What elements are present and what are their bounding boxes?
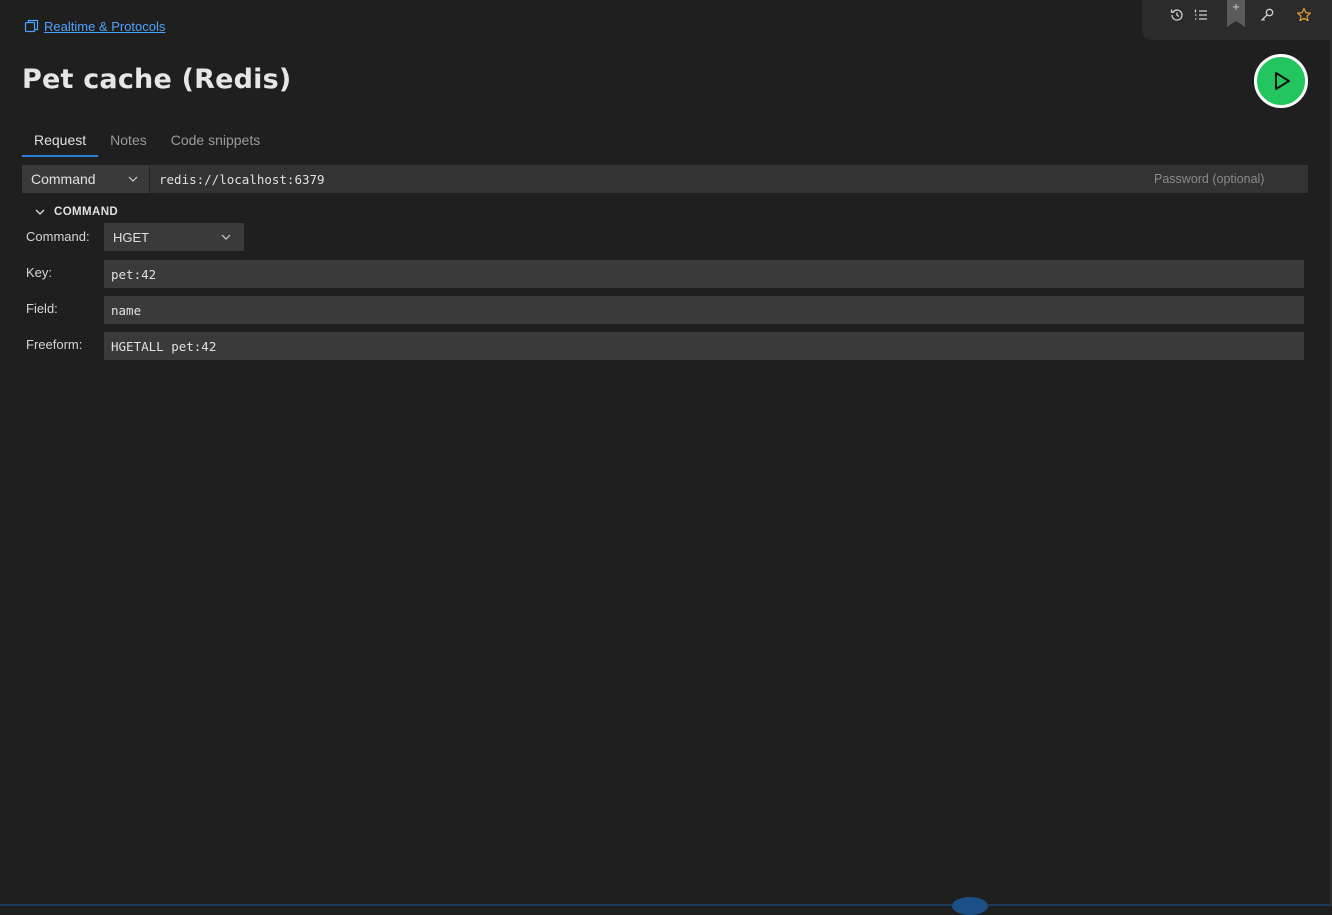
freeform-field[interactable]	[104, 332, 1304, 360]
breadcrumb[interactable]: Realtime & Protocols	[24, 17, 165, 35]
chevron-down-icon	[221, 234, 231, 240]
command-select-value: HGET	[113, 229, 150, 245]
chevron-down-icon	[35, 209, 45, 215]
field-field[interactable]	[104, 296, 1304, 324]
resize-handle[interactable]	[952, 897, 988, 915]
page-title: Pet cache (Redis)	[22, 64, 292, 95]
bookmark-add-icon[interactable]: +	[1226, 0, 1246, 28]
connection-bar: Command	[22, 165, 1308, 193]
field-label: Field:	[26, 301, 58, 316]
breadcrumb-label[interactable]: Realtime & Protocols	[44, 19, 165, 34]
key-icon[interactable]	[1256, 4, 1278, 26]
tab-request[interactable]: Request	[22, 128, 99, 157]
mode-select[interactable]: Command	[22, 165, 150, 193]
freeform-label: Freeform:	[26, 337, 83, 352]
key-label: Key:	[26, 265, 53, 280]
list-icon[interactable]	[1190, 4, 1212, 26]
chevron-down-icon	[128, 176, 138, 182]
mode-select-value: Command	[31, 171, 96, 187]
tab-notes[interactable]: Notes	[98, 128, 159, 156]
command-label: Command:	[26, 229, 90, 244]
tab-code-snippets[interactable]: Code snippets	[159, 128, 273, 156]
app-frame: Realtime & Protocols Pet cache (Redis) +	[0, 0, 1332, 915]
collection-icon	[24, 19, 39, 33]
section-title: COMMAND	[54, 206, 119, 218]
key-field[interactable]	[104, 260, 1304, 288]
bookmark-plus: +	[1232, 2, 1240, 13]
url-input[interactable]	[150, 165, 1148, 193]
star-icon[interactable]	[1293, 4, 1315, 26]
run-button[interactable]	[1254, 54, 1308, 108]
request-tabs: Request Notes Code snippets	[22, 128, 272, 158]
password-input[interactable]	[1148, 165, 1308, 193]
play-icon	[1275, 72, 1290, 90]
command-select[interactable]: HGET	[104, 223, 244, 251]
command-section-toggle[interactable]: COMMAND	[34, 204, 118, 220]
history-icon[interactable]	[1166, 4, 1188, 26]
